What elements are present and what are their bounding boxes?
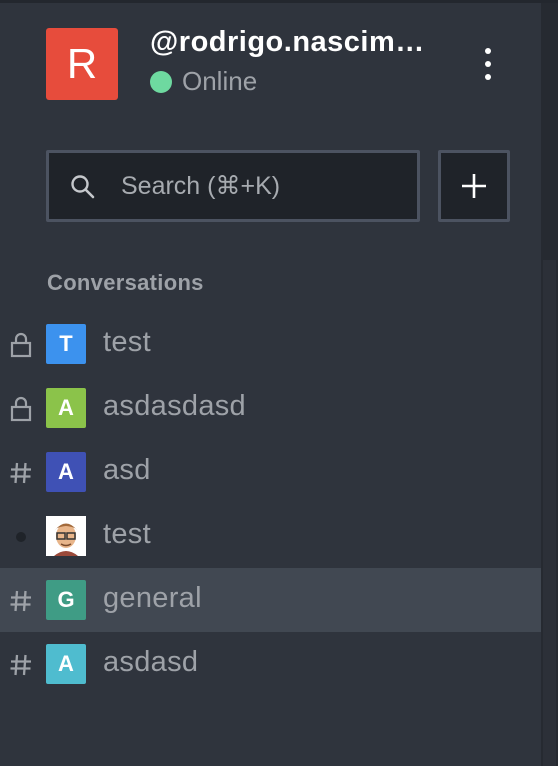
room-avatar: A xyxy=(46,452,86,492)
room-name: test xyxy=(103,326,151,358)
lock-icon xyxy=(8,396,34,422)
conversation-item-test[interactable]: Ttest xyxy=(0,312,541,376)
room-avatar: G xyxy=(46,580,86,620)
plus-icon xyxy=(462,174,486,198)
lock-icon xyxy=(8,332,34,358)
conversation-item-general[interactable]: Ggeneral xyxy=(0,568,541,632)
conversation-item-asdasd[interactable]: Aasdasd xyxy=(0,632,541,696)
hash-icon xyxy=(8,652,34,678)
search-icon xyxy=(71,175,95,199)
conversations-heading: Conversations xyxy=(47,270,204,295)
hash-icon xyxy=(8,588,34,614)
top-border xyxy=(0,0,558,3)
room-name: test xyxy=(103,518,151,550)
room-name: asdasd xyxy=(103,646,199,678)
username[interactable]: @rodrigo.nascimento xyxy=(150,26,440,59)
conversation-item-asdasdasd[interactable]: Aasdasdasd xyxy=(0,376,541,440)
conversation-item-test[interactable]: test xyxy=(0,504,541,568)
room-avatar: A xyxy=(46,644,86,684)
hash-icon xyxy=(8,460,34,486)
status-text: Online xyxy=(182,66,258,96)
online-status-icon xyxy=(150,70,172,93)
more-options-icon[interactable] xyxy=(472,44,504,84)
room-name: general xyxy=(103,582,202,614)
user-avatar[interactable]: R xyxy=(46,28,118,100)
user-avatar-letter: R xyxy=(66,40,98,87)
room-name: asdasdasd xyxy=(103,390,246,422)
scrollbar[interactable] xyxy=(543,260,556,766)
search-input[interactable] xyxy=(121,167,401,205)
user-photo-avatar xyxy=(46,516,86,556)
conversation-item-asd[interactable]: Aasd xyxy=(0,440,541,504)
user-status[interactable]: Online xyxy=(150,66,257,97)
search-field[interactable] xyxy=(46,150,420,222)
create-new-button[interactable] xyxy=(438,150,510,222)
room-name: asd xyxy=(103,454,151,486)
status-dot-icon xyxy=(8,524,34,550)
room-avatar: A xyxy=(46,388,86,428)
room-avatar: T xyxy=(46,324,86,364)
